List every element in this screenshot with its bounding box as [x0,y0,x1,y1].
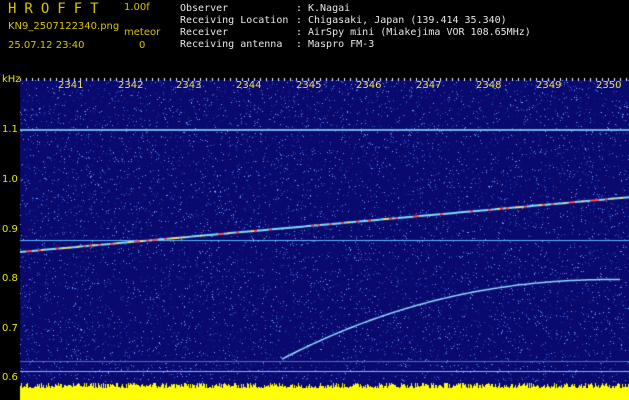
y-unit-label: kHz [2,74,21,85]
x-tick-label: 2341 [58,80,84,91]
y-tick-label: 1.1 [2,124,18,135]
app-title: HROFFT [8,1,107,17]
filename-label: KN9_2507122340.png [8,21,120,32]
y-tick-label: 0.7 [2,323,18,334]
spectrogram [0,72,629,400]
x-tick-label: 2342 [118,80,144,91]
x-tick-label: 2346 [356,80,382,91]
info-sep: : [296,39,303,50]
version-label: 1.00f [124,2,150,13]
y-tick-label: 0.8 [2,273,18,284]
x-tick-label: 2344 [236,80,262,91]
y-tick-label: 1.0 [2,174,18,185]
y-tick-label: 0.6 [2,372,18,383]
meteor-count: 0 [139,40,146,51]
datetime-label: 25.07.12 23:40 [8,40,85,51]
x-tick-label: 2343 [176,80,202,91]
info-sep: : [296,27,303,38]
info-value-observer: K.Nagai [308,3,351,14]
info-key-observer: Observer [180,3,229,14]
x-tick-label: 2347 [416,80,442,91]
x-tick-label: 2349 [536,80,562,91]
info-sep: : [296,3,303,14]
info-key-antenna: Receiving antenna [180,39,283,50]
info-sep: : [296,15,303,26]
x-tick-label: 2345 [296,80,322,91]
info-value-location: Chigasaki, Japan (139.414 35.340) [308,15,507,26]
x-tick-label: 2350 [596,80,622,91]
info-value-antenna: Maspro FM-3 [308,39,375,50]
y-tick-label: 0.9 [2,224,18,235]
header-panel: HROFFT 1.00f KN9_2507122340.png meteor 2… [0,0,629,72]
info-key-receiver: Receiver [180,27,229,38]
info-key-location: Receiving Location [180,15,289,26]
meteor-label: meteor [124,27,161,38]
info-value-receiver: AirSpy mini (Miakejima VOR 108.65MHz) [308,27,531,38]
x-tick-label: 2348 [476,80,502,91]
